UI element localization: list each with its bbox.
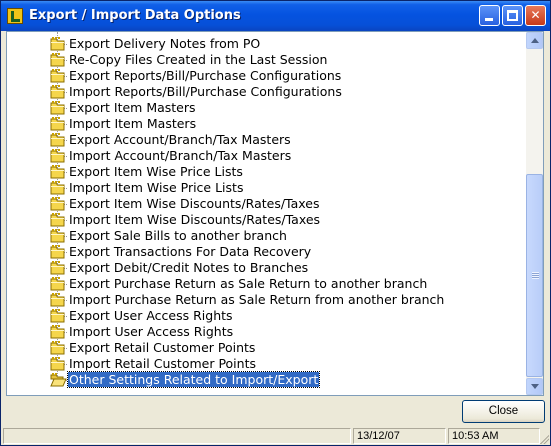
folder-icon (49, 324, 67, 339)
vertical-scrollbar[interactable] (526, 32, 543, 395)
tree-item-label: Import Account/Branch/Tax Masters (69, 148, 292, 163)
folder-icon (49, 180, 67, 195)
tree-item[interactable]: Export Item Wise Discounts/Rates/Taxes (7, 196, 527, 212)
close-window-button[interactable]: ✕ (525, 5, 546, 26)
tree-item-label: Export Account/Branch/Tax Masters (69, 132, 291, 147)
scroll-up-button[interactable] (526, 32, 543, 49)
tree-item[interactable]: Export Sale Bills to another branch (7, 228, 527, 244)
tree-item[interactable]: Import Item Masters (7, 116, 527, 132)
folder-icon (49, 148, 67, 163)
tree-item-label: Other Settings Related to Import/Export (66, 371, 321, 388)
tree-item[interactable]: Re-Copy Files Created in the Last Sessio… (7, 52, 527, 68)
folder-icon (49, 308, 67, 323)
folder-icon (49, 212, 67, 227)
tree-item-label: Export Item Masters (69, 100, 196, 115)
tree-item[interactable]: Other Settings Related to Import/Export (7, 371, 527, 388)
folder-icon (49, 340, 67, 355)
tree-item-label: Re-Copy Files Created in the Last Sessio… (69, 52, 328, 67)
tree-item-label: Export User Access Rights (69, 308, 233, 323)
tree-item-label: Import Item Wise Price Lists (69, 180, 244, 195)
minimize-button[interactable] (479, 5, 500, 26)
folder-icon (49, 228, 67, 243)
status-bar: 13/12/07 10:53 AM (1, 426, 550, 445)
folder-icon (49, 68, 67, 83)
minimize-icon (485, 18, 493, 21)
tree-item-label: Import User Access Rights (69, 324, 234, 339)
resize-grip-icon[interactable] (539, 434, 549, 444)
status-time: 10:53 AM (448, 428, 540, 444)
tree-item-label: Export Reports/Bill/Purchase Configurati… (69, 68, 342, 83)
close-icon: ✕ (530, 8, 541, 22)
app-logo-icon (7, 8, 23, 24)
tree-item[interactable]: Export Delivery Notes from PO (7, 36, 527, 52)
tree-item[interactable]: Export Debit/Credit Notes to Branches (7, 260, 527, 276)
tree-item[interactable]: Export Item Masters (7, 100, 527, 116)
status-panel-main (3, 428, 351, 444)
tree-item-label: Export Sale Bills to another branch (69, 228, 287, 243)
folder-icon (49, 356, 67, 371)
tree-item[interactable]: Export Purchase Return as Sale Return to… (7, 276, 527, 292)
tree-item-label: Import Purchase Return as Sale Return fr… (69, 292, 445, 307)
maximize-button[interactable] (502, 5, 523, 26)
status-date: 13/12/07 (353, 428, 446, 444)
window-title: Export / Import Data Options (29, 8, 241, 23)
tree-item[interactable]: Import Item Wise Discounts/Rates/Taxes (7, 212, 527, 228)
tree-item-label: Import Item Wise Discounts/Rates/Taxes (69, 212, 321, 227)
folder-icon (49, 260, 67, 275)
folder-icon (49, 292, 67, 307)
tree-item[interactable]: Import User Access Rights (7, 324, 527, 340)
maximize-icon (507, 10, 518, 21)
tree-item[interactable]: Export User Access Rights (7, 308, 527, 324)
tree-item-label: Import Retail Customer Points (69, 356, 256, 371)
folder-icon (49, 84, 67, 99)
folder-icon (49, 276, 67, 291)
folder-icon (49, 164, 67, 179)
folder-icon (49, 52, 67, 67)
tree-item-label: Export Item Wise Discounts/Rates/Taxes (69, 196, 320, 211)
tree-item[interactable]: Import Account/Branch/Tax Masters (7, 148, 527, 164)
tree-item-label: Export Delivery Notes from PO (69, 36, 261, 51)
tree-item-label: Export Purchase Return as Sale Return to… (69, 276, 428, 291)
open-folder-icon (49, 372, 67, 387)
tree-item[interactable]: Export Retail Customer Points (7, 340, 527, 356)
tree-item-label: Export Item Wise Price Lists (69, 164, 243, 179)
tree-item[interactable]: Export Item Wise Price Lists (7, 164, 527, 180)
folder-icon (49, 36, 67, 51)
options-tree[interactable]: Export Delivery Notes from PO Re-Copy Fil… (6, 31, 544, 396)
folder-icon (49, 196, 67, 211)
tree-item[interactable]: Import Purchase Return as Sale Return fr… (7, 292, 527, 308)
tree-item-label: Export Debit/Credit Notes to Branches (69, 260, 309, 275)
tree-item-label: Export Transactions For Data Recovery (69, 244, 312, 259)
tree-item[interactable]: Import Item Wise Price Lists (7, 180, 527, 196)
tree-item[interactable]: Export Account/Branch/Tax Masters (7, 132, 527, 148)
tree-item-label: Export Retail Customer Points (69, 340, 256, 355)
folder-icon (49, 132, 67, 147)
tree-item[interactable]: Export Reports/Bill/Purchase Configurati… (7, 68, 527, 84)
folder-icon (49, 116, 67, 131)
export-import-window: Export / Import Data Options ✕ Export De… (0, 0, 551, 446)
tree-item-label: Import Item Masters (69, 116, 197, 131)
tree-item[interactable]: Import Reports/Bill/Purchase Configurati… (7, 84, 527, 100)
close-button[interactable]: Close (462, 400, 545, 423)
tree-item[interactable]: Import Retail Customer Points (7, 356, 527, 372)
title-bar[interactable]: Export / Import Data Options ✕ (1, 1, 550, 31)
tree-item[interactable]: Export Transactions For Data Recovery (7, 244, 527, 260)
folder-icon (49, 100, 67, 115)
scroll-down-button[interactable] (526, 378, 543, 395)
scroll-thumb[interactable] (526, 174, 543, 377)
tree-item-label: Import Reports/Bill/Purchase Configurati… (69, 84, 342, 99)
close-button-label: Close (488, 405, 519, 417)
folder-icon (49, 244, 67, 259)
scroll-grip-icon (532, 272, 539, 279)
